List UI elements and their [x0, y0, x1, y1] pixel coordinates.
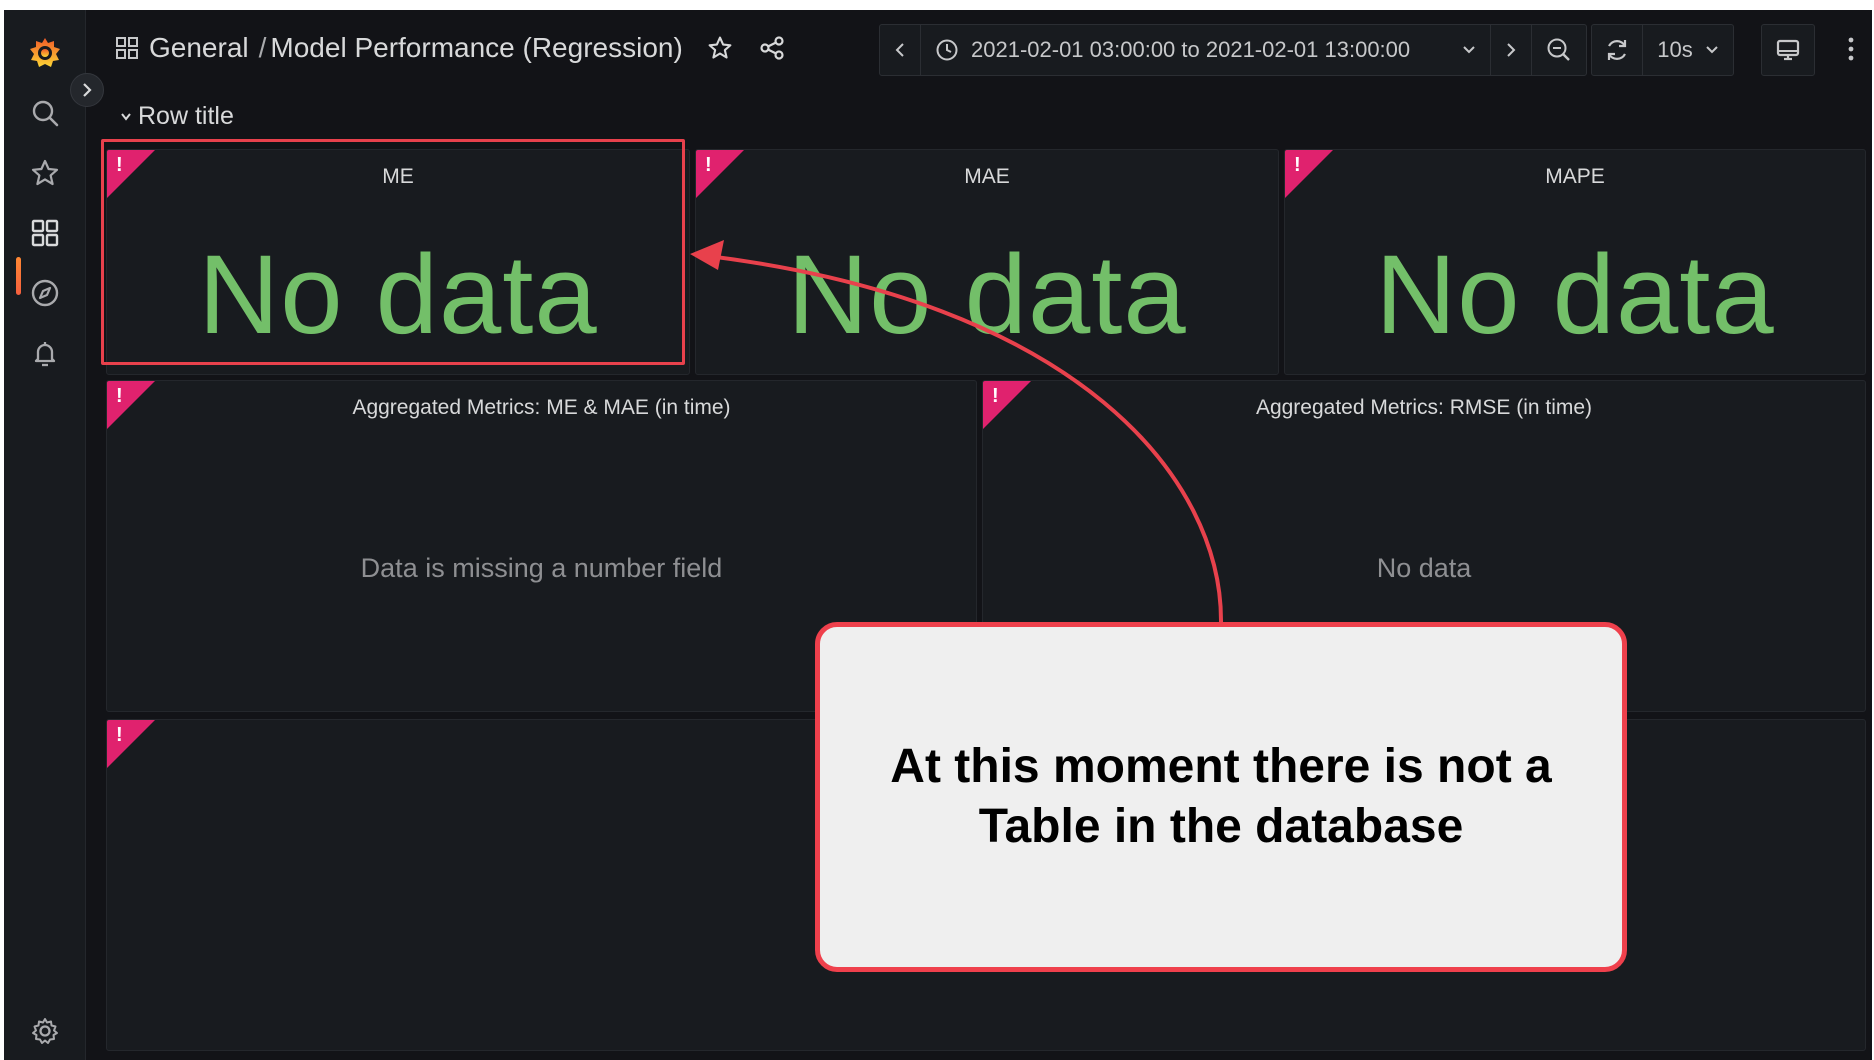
share-icon[interactable]	[759, 35, 785, 61]
chevron-right-icon	[83, 83, 92, 97]
kebab-menu-icon	[1848, 37, 1854, 61]
monitor-icon	[1776, 39, 1800, 61]
tv-mode-group	[1761, 24, 1815, 76]
panel-title[interactable]: MAPE	[1285, 165, 1865, 189]
more-group	[1831, 24, 1871, 74]
chevron-right-icon	[1507, 43, 1516, 57]
breadcrumb: General / Model Performance (Regression)	[115, 30, 785, 66]
dashboard-title[interactable]: Model Performance (Regression)	[270, 32, 682, 64]
panel-message: No data	[1376, 553, 1472, 583]
breadcrumb-separator: /	[258, 32, 267, 63]
time-back-button[interactable]	[880, 25, 921, 75]
panel-message: Data is missing a number field	[360, 553, 723, 583]
star-icon[interactable]	[20, 148, 70, 198]
chevron-down-icon	[1706, 46, 1718, 54]
time-range-picker[interactable]: 2021-02-01 03:00:00 to 2021-02-01 13:00:…	[921, 25, 1491, 75]
dashboard-grid-icon	[115, 36, 139, 60]
refresh-icon	[1607, 40, 1627, 60]
panel-title[interactable]: MAE	[696, 165, 1278, 189]
refresh-interval-picker[interactable]: 10s	[1643, 25, 1733, 75]
expand-sidebar-button[interactable]	[70, 73, 104, 107]
stat-value: No data	[787, 232, 1187, 357]
refresh-group: 10s	[1591, 24, 1734, 76]
zoom-out-icon	[1547, 38, 1570, 61]
error-corner[interactable]	[107, 720, 155, 768]
panel-mae[interactable]: ! MAE No data	[695, 149, 1279, 375]
panel-mape[interactable]: ! MAPE No data	[1284, 149, 1866, 375]
time-picker-group: 2021-02-01 03:00:00 to 2021-02-01 13:00:…	[879, 24, 1587, 76]
breadcrumb-folder[interactable]: General	[149, 32, 249, 64]
row-title-label: Row title	[138, 102, 234, 130]
explore-compass-icon[interactable]	[20, 268, 70, 318]
time-forward-button[interactable]	[1491, 25, 1532, 75]
chevron-down-icon	[121, 112, 131, 121]
tv-mode-button[interactable]	[1762, 25, 1814, 75]
panel-title[interactable]: Aggregated Metrics: RMSE (in time)	[983, 396, 1865, 420]
dashboards-icon[interactable]	[20, 208, 70, 258]
time-range-label: 2021-02-01 03:00:00 to 2021-02-01 13:00:…	[971, 37, 1411, 62]
sidebar	[4, 10, 86, 1060]
annotation-callout: At this moment there is not a Table in t…	[815, 622, 1627, 972]
settings-gear-icon[interactable]	[20, 1006, 70, 1056]
chevron-left-icon	[895, 43, 904, 57]
stat-value: No data	[1375, 232, 1775, 357]
clock-icon	[936, 39, 958, 61]
top-navbar: General / Model Performance (Regression)…	[85, 10, 1872, 88]
panel-title[interactable]: Aggregated Metrics: ME & MAE (in time)	[107, 396, 976, 420]
alerting-bell-icon[interactable]	[20, 328, 70, 378]
annotation-highlight-box	[101, 139, 685, 365]
refresh-interval-label: 10s	[1657, 37, 1693, 62]
row-header[interactable]: Row title	[120, 102, 234, 131]
more-options-button[interactable]	[1831, 24, 1871, 74]
grafana-logo-icon[interactable]	[20, 28, 70, 78]
callout-text: At this moment there is not a Table in t…	[890, 740, 1552, 853]
error-icon: !	[116, 724, 123, 746]
zoom-out-button[interactable]	[1532, 25, 1586, 75]
star-favorite-icon[interactable]	[707, 35, 733, 61]
refresh-button[interactable]	[1592, 25, 1643, 75]
chevron-down-icon	[1463, 46, 1475, 54]
search-icon[interactable]	[20, 88, 70, 138]
